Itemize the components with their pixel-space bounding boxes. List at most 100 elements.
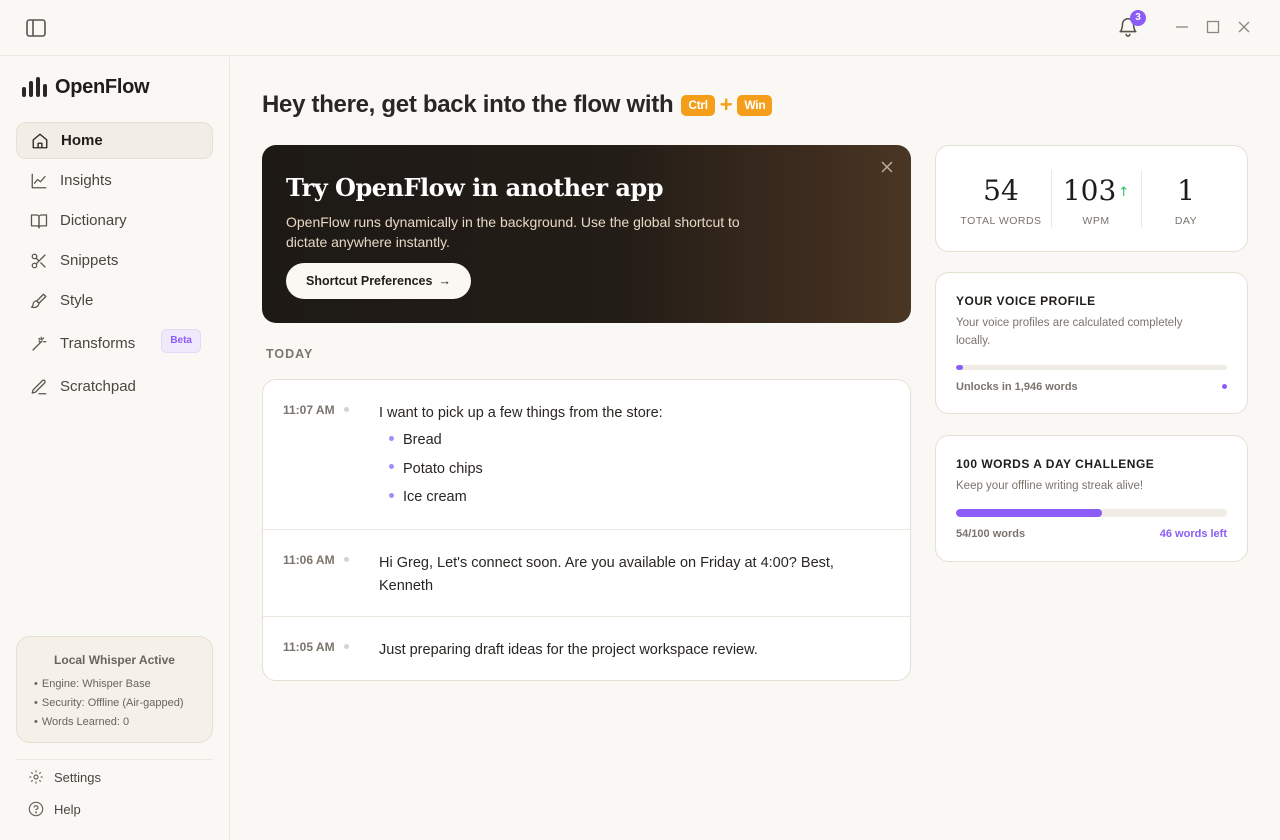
section-label-today: TODAY — [266, 347, 314, 361]
stat-value-row: 103 ↑ — [1051, 172, 1141, 210]
sidebar-item-scratchpad[interactable]: Scratchpad — [16, 368, 213, 405]
local-whisper-status-card: Local Whisper Active Engine: Whisper Bas… — [16, 636, 213, 743]
settings-label: Settings — [54, 769, 101, 785]
beta-badge: Beta — [161, 329, 201, 353]
progress-fill — [956, 509, 1103, 517]
card-title: 100 WORDS A DAY CHALLENGE — [956, 457, 1155, 471]
pencil-icon — [31, 379, 47, 394]
sidebar-item-transforms[interactable]: Transforms Beta — [16, 322, 213, 365]
maximize-icon[interactable] — [1206, 20, 1220, 34]
logo-bars-icon — [22, 77, 47, 97]
arrow-right-icon: → — [438, 274, 451, 288]
transcript-list: 11:07 AM I want to pick up a few things … — [262, 379, 911, 681]
sidebar-item-home[interactable]: Home — [16, 122, 213, 159]
progress-fill — [956, 365, 964, 370]
promo-title: Try OpenFlow in another app — [286, 173, 664, 202]
stats-card: 54 TOTAL WORDS 103 ↑ WPM 1 DAY — [935, 145, 1248, 252]
help-circle-icon — [28, 801, 44, 817]
voice-profile-card: YOUR VOICE PROFILE Your voice profiles a… — [935, 272, 1248, 414]
greeting-text: Hey there, get back into the flow with — [262, 91, 674, 118]
stat-wpm: 103 ↑ WPM — [1051, 172, 1141, 227]
close-window-icon[interactable] — [1237, 20, 1251, 34]
stat-day: 1 DAY — [1141, 172, 1231, 227]
chart-line-icon — [31, 173, 47, 188]
sidebar-toggle-icon[interactable] — [26, 19, 46, 37]
sidebar-item-dictionary[interactable]: Dictionary — [16, 202, 213, 239]
unlock-text: Unlocks in 1,946 words — [956, 381, 1078, 393]
help-label: Help — [54, 801, 81, 817]
shortcut-plus: + — [719, 92, 733, 117]
entry-text: Hi Greg, Let's connect soon. Are you ava… — [379, 555, 834, 594]
stat-label: TOTAL WORDS — [960, 215, 1042, 227]
notification-badge: 3 — [1130, 10, 1146, 26]
progress-text: 54/100 words — [956, 528, 1026, 540]
transcript-entry[interactable]: 11:07 AM I want to pick up a few things … — [263, 380, 910, 530]
help-link[interactable]: Help — [28, 801, 81, 817]
promo-banner: Try OpenFlow in another app OpenFlow run… — [262, 145, 911, 323]
list-item: Bread — [389, 429, 483, 458]
title-bar: 3 — [0, 0, 1280, 56]
stat-label: DAY — [1174, 215, 1198, 227]
status-dot — [1222, 384, 1227, 389]
entry-time: 11:05 AM — [283, 640, 335, 654]
sidebar-item-label: Transforms — [60, 335, 136, 352]
status-line: Security: Offline (Air-gapped) — [34, 694, 212, 713]
card-title: YOUR VOICE PROFILE — [956, 294, 1096, 308]
sidebar-item-label: Scratchpad — [60, 378, 136, 395]
card-subtitle: Keep your offline writing streak alive! — [956, 480, 1144, 492]
stat-label: WPM — [1082, 215, 1110, 227]
promo-text: OpenFlow runs dynamically in the backgro… — [286, 214, 740, 250]
voice-progress-bar — [956, 365, 1227, 370]
sidebar-item-label: Insights — [60, 172, 112, 189]
stat-value: 103 — [1062, 174, 1117, 207]
challenge-progress-bar — [956, 509, 1227, 517]
remaining-text: 46 words left — [1159, 528, 1227, 540]
stat-value: 54 — [983, 174, 1019, 207]
sidebar-item-label: Snippets — [60, 252, 119, 269]
minimize-icon[interactable] — [1175, 20, 1189, 34]
app-name: OpenFlow — [55, 75, 150, 98]
challenge-card: 100 WORDS A DAY CHALLENGE Keep your offl… — [935, 435, 1248, 562]
entry-text: I want to pick up a few things from the … — [379, 405, 663, 421]
status-title: Local Whisper Active — [54, 653, 175, 667]
sidebar-item-label: Dictionary — [60, 212, 127, 229]
settings-link[interactable]: Settings — [28, 769, 101, 785]
divider — [16, 759, 213, 760]
arrow-up-icon: ↑ — [1118, 184, 1130, 200]
stat-value: 1 — [1177, 174, 1195, 207]
entry-text: Just preparing draft ideas for the proje… — [379, 642, 758, 658]
home-icon — [32, 133, 48, 148]
sidebar-item-label: Home — [61, 132, 103, 149]
close-icon[interactable] — [881, 161, 893, 173]
button-label: Shortcut Preferences — [306, 274, 433, 288]
stat-total-words: 54 TOTAL WORDS — [956, 172, 1046, 227]
entry-time: 11:07 AM — [283, 403, 335, 417]
sidebar-nav: Home Insights Dictionary Snippets Style … — [16, 122, 213, 408]
list-item: Ice cream — [389, 486, 483, 515]
shortcut-key-ctrl: Ctrl — [681, 94, 715, 116]
transcript-entry[interactable]: 11:05 AM Just preparing draft ideas for … — [263, 617, 910, 680]
scissors-icon — [31, 253, 46, 268]
sidebar-item-snippets[interactable]: Snippets — [16, 242, 213, 279]
sidebar: OpenFlow Home Insights Dictionary Snippe… — [0, 57, 230, 840]
shortcut-key-win: Win — [737, 94, 773, 116]
entry-dot — [344, 557, 349, 562]
shortcut-preferences-button[interactable]: Shortcut Preferences → — [286, 263, 471, 299]
status-line: Words Learned: 0 — [34, 713, 212, 732]
magic-wand-icon — [32, 336, 47, 351]
sidebar-item-label: Style — [60, 292, 94, 309]
transcript-entry[interactable]: 11:06 AM Hi Greg, Let's connect soon. Ar… — [263, 530, 910, 617]
book-icon — [30, 213, 48, 228]
page-title: Hey there, get back into the flow with C… — [262, 88, 773, 122]
entry-dot — [344, 407, 349, 412]
entry-list: Bread Potato chips Ice cream — [389, 429, 483, 515]
paintbrush-icon — [30, 293, 47, 308]
entry-dot — [344, 644, 349, 649]
list-item: Potato chips — [389, 458, 483, 487]
sidebar-item-insights[interactable]: Insights — [16, 162, 213, 199]
sidebar-item-style[interactable]: Style — [16, 282, 213, 319]
app-logo[interactable]: OpenFlow — [22, 75, 150, 98]
card-subtitle: Your voice profiles are calculated compl… — [956, 317, 1183, 347]
status-line: Engine: Whisper Base — [34, 675, 212, 694]
gear-icon — [29, 770, 43, 784]
